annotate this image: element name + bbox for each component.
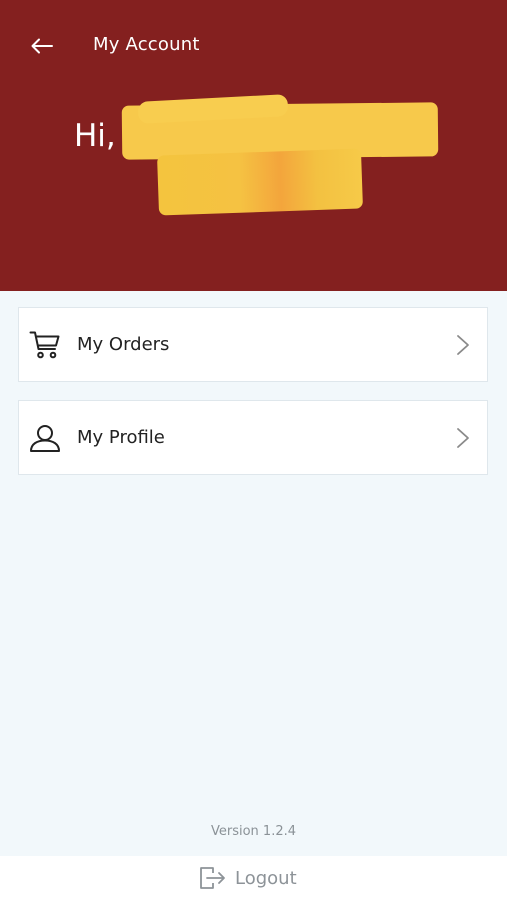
redaction-mark (157, 148, 363, 216)
footer-bar: Logout (0, 856, 507, 900)
logout-icon (200, 867, 225, 889)
my-orders-item[interactable]: My Orders (18, 307, 488, 382)
greeting-text: Hi, (74, 118, 116, 154)
cart-icon (29, 329, 61, 361)
my-profile-label: My Profile (77, 427, 165, 448)
logout-button[interactable]: Logout (199, 864, 297, 892)
back-arrow-icon (31, 38, 53, 54)
back-button[interactable] (24, 30, 60, 62)
account-header: My Account Hi, (0, 0, 507, 291)
page-title: My Account (93, 34, 200, 55)
chevron-right-icon (453, 333, 473, 357)
logout-label: Logout (235, 867, 297, 889)
chevron-right-icon (453, 426, 473, 450)
version-text: Version 1.2.4 (210, 824, 296, 839)
my-profile-item[interactable]: My Profile (18, 400, 488, 475)
my-orders-label: My Orders (77, 334, 170, 355)
user-icon (29, 422, 61, 454)
